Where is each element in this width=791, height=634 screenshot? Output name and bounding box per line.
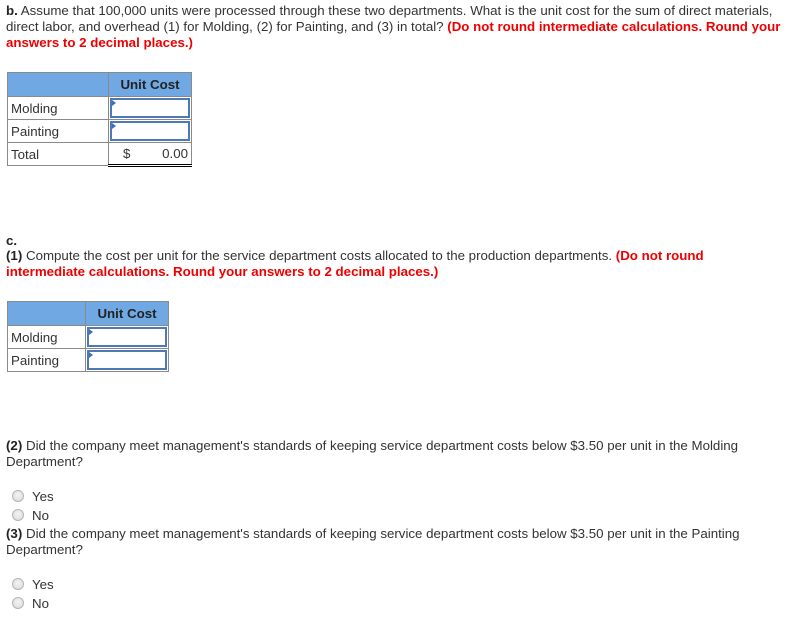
q1-text: Compute the cost per unit for the servic… [22,248,616,263]
part-c-q3: (3) Did the company meet management's st… [6,526,786,558]
table-row: Total $ 0.00 [7,142,192,167]
painting-service-cost-input[interactable] [87,350,167,370]
row-label-molding: Molding [7,96,109,120]
option-label: No [32,507,49,523]
part-b-table: Unit Cost Molding Painting Total $ 0.00 [7,72,192,167]
part-c-heading: c. [6,233,786,249]
option-label: Yes [32,488,54,504]
part-c-table: Unit Cost Molding Painting [7,301,169,372]
row-label-total: Total [7,142,109,166]
part-c-prefix: c. [6,233,18,248]
total-unit-cost-cell: $ 0.00 [108,142,192,167]
q3-text: Did the company meet management's standa… [6,526,740,557]
molding-unit-cost-input[interactable] [110,98,190,118]
part-c-q1: (1) Compute the cost per unit for the se… [6,248,786,280]
total-unit-cost-value: 0.00 [162,146,188,161]
painting-unit-cost-input[interactable] [110,121,190,141]
unit-cost-header: Unit Cost [108,72,192,97]
table-row: Molding [7,96,192,120]
part-b-prefix: b. [6,3,18,18]
q2-option-yes[interactable]: Yes [12,487,54,505]
q3-option-yes[interactable]: Yes [12,575,54,593]
row-label-molding: Molding [7,325,86,349]
option-label: No [32,595,49,611]
table-row: Painting [7,348,169,372]
table-row: Painting [7,119,192,143]
unit-cost-header: Unit Cost [85,301,169,326]
radio-button[interactable] [12,578,24,590]
q1-number: (1) [6,248,23,263]
currency-symbol: $ [123,146,131,161]
q3-option-no[interactable]: No [12,594,49,612]
table-row: Molding [7,325,169,349]
header-blank-cell [7,72,109,97]
radio-button[interactable] [12,597,24,609]
q2-text: Did the company meet management's standa… [6,438,739,469]
radio-button[interactable] [12,490,24,502]
part-b-question: b. Assume that 100,000 units were proces… [6,3,786,51]
part-c-q2: (2) Did the company meet management's st… [6,438,786,470]
molding-service-cost-input[interactable] [87,327,167,347]
header-blank-cell [7,301,86,326]
q2-option-no[interactable]: No [12,506,49,524]
row-label-painting: Painting [7,119,109,143]
q2-number: (2) [6,438,23,453]
option-label: Yes [32,576,54,592]
q3-number: (3) [6,526,23,541]
row-label-painting: Painting [7,348,86,372]
radio-button[interactable] [12,509,24,521]
